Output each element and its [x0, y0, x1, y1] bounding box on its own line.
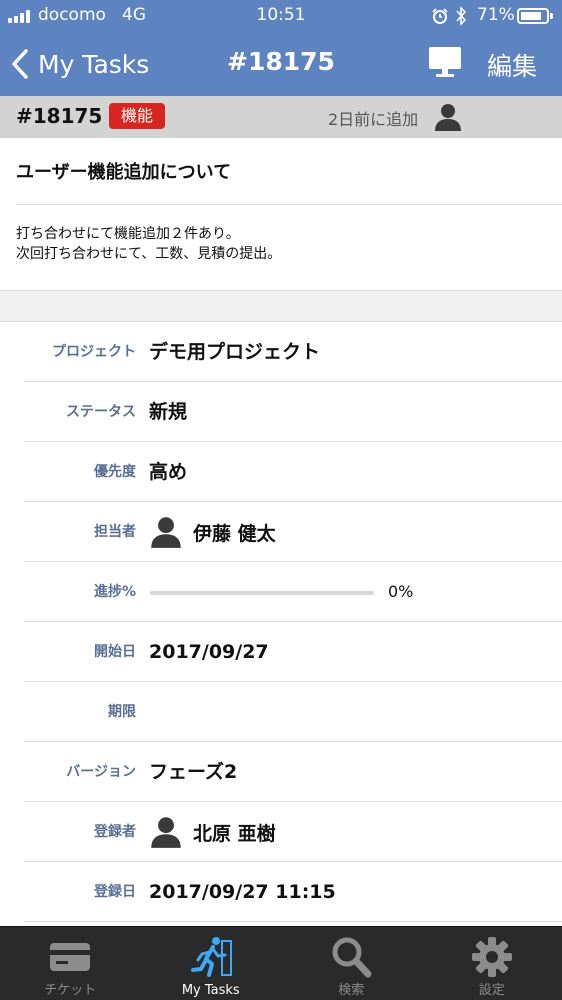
field-assignee: 担当者 伊藤 健太	[24, 502, 562, 562]
battery-percent: 71%	[477, 5, 515, 25]
progress-slider[interactable]	[150, 591, 374, 595]
field-value: 2017/09/27 11:15	[149, 881, 336, 903]
field-priority: 優先度 高め	[24, 442, 562, 502]
edit-button[interactable]: 編集	[487, 47, 537, 83]
issue-header: #18175 機能 2日前に追加	[0, 96, 562, 138]
back-button[interactable]: My Tasks	[10, 44, 149, 84]
field-value: フェーズ2	[149, 761, 238, 783]
field-label: 登録者	[94, 824, 136, 840]
tracker-badge: 機能	[109, 103, 166, 129]
field-label: 登録日	[94, 884, 136, 900]
person-icon	[151, 517, 181, 548]
tab-my-tasks[interactable]: My Tasks	[141, 927, 282, 1000]
author: 北原 亜樹	[149, 815, 276, 849]
description-line: 打ち合わせにて機能追加２件あり。	[16, 226, 240, 242]
person-icon	[151, 817, 181, 848]
top-bar: docomo 4G 10:51 71% My Tasks #18175 編集	[0, 0, 562, 96]
running-person-icon	[190, 937, 232, 977]
field-due-date: 期限	[24, 682, 562, 742]
divider	[16, 204, 562, 205]
field-value: デモ用プロジェクト	[149, 341, 321, 363]
bluetooth-icon	[456, 6, 467, 26]
field-value: 新規	[149, 401, 188, 423]
field-label: 進捗%	[93, 584, 136, 600]
field-label: バージョン	[66, 764, 136, 780]
field-label: ステータス	[66, 404, 136, 420]
issue-id: #18175	[16, 104, 103, 128]
section-spacer	[0, 290, 562, 322]
field-author: 登録者 北原 亜樹	[24, 802, 562, 862]
tab-search[interactable]: 検索	[281, 927, 422, 1000]
person-icon	[435, 104, 461, 131]
assignee: 伊藤 健太	[149, 515, 276, 549]
added-time: 2日前に追加	[328, 110, 419, 129]
field-label: 担当者	[94, 524, 136, 540]
tab-settings[interactable]: 設定	[422, 927, 562, 1000]
tab-label: 設定	[478, 983, 505, 998]
field-version: バージョン フェーズ2	[24, 742, 562, 802]
assignee-name: 伊藤 健太	[193, 522, 276, 545]
field-start-date: 開始日 2017/09/27	[24, 622, 562, 682]
field-label: プロジェクト	[52, 344, 136, 360]
alarm-icon	[432, 8, 448, 24]
back-button-label: My Tasks	[38, 49, 150, 79]
navigation-bar: My Tasks #18175 編集	[0, 32, 562, 96]
tab-label: My Tasks	[181, 983, 240, 998]
status-bar: docomo 4G 10:51 71%	[0, 0, 562, 32]
task-detail-screen: docomo 4G 10:51 71% My Tasks #18175 編集 #…	[0, 0, 562, 1000]
field-created: 登録日 2017/09/27 11:15	[24, 862, 562, 922]
field-status: ステータス 新規	[24, 382, 562, 442]
tab-tickets[interactable]: チケット	[0, 927, 141, 1000]
field-label: 開始日	[94, 644, 136, 660]
issue-subject: ユーザー機能追加について	[16, 162, 232, 183]
battery-icon	[517, 8, 553, 24]
attribute-list: プロジェクト デモ用プロジェクト ステータス 新規 優先度 高め 担当者 伊藤 …	[0, 322, 562, 922]
author-name: 北原 亜樹	[193, 822, 276, 845]
field-label: 期限	[108, 704, 136, 720]
field-label: 優先度	[94, 464, 136, 480]
progress-value: 0%	[388, 582, 414, 601]
chevron-left-icon	[12, 49, 28, 79]
tab-label: 検索	[338, 983, 365, 998]
issue-description: 打ち合わせにて機能追加２件あり。 次回打ち合わせにて、工数、見積の提出。	[16, 224, 281, 264]
tab-label: チケット	[44, 983, 97, 998]
field-value: 高め	[149, 461, 188, 483]
search-icon	[332, 937, 372, 978]
tab-bar: チケット My Tasks 検索 設定	[0, 926, 562, 1000]
field-project: プロジェクト デモ用プロジェクト	[24, 322, 562, 382]
field-progress: 進捗% 0%	[24, 562, 562, 622]
ticket-card-icon	[50, 943, 91, 971]
description-line: 次回打ち合わせにて、工数、見積の提出。	[16, 246, 282, 262]
field-value: 2017/09/27	[149, 641, 269, 663]
gear-icon	[471, 937, 512, 977]
monitor-icon[interactable]	[427, 45, 463, 79]
